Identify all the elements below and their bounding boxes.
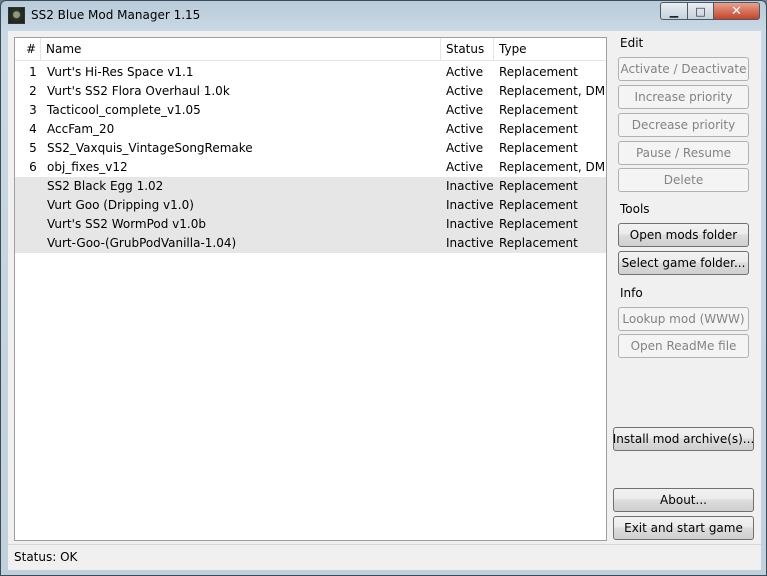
- title-bar[interactable]: SS2 Blue Mod Manager 1.15 ▁ □ ✕: [1, 1, 766, 31]
- row-type: Replacement: [499, 103, 578, 117]
- table-row[interactable]: Vurt Goo (Dripping v1.0) Inactive Replac…: [15, 196, 606, 215]
- mods-list[interactable]: # Name Status Type 1 Vurt's Hi-Res Space…: [14, 37, 607, 541]
- table-row[interactable]: 3 Tacticool_complete_v1.05 Active Replac…: [15, 101, 606, 120]
- activate-deactivate-button[interactable]: Activate / Deactivate: [618, 57, 749, 81]
- table-row[interactable]: SS2 Black Egg 1.02 Inactive Replacement: [15, 177, 606, 196]
- decrease-priority-button[interactable]: Decrease priority: [618, 113, 749, 137]
- row-num: 3: [29, 103, 37, 117]
- row-type: Replacement, DML: [499, 160, 607, 174]
- table-row[interactable]: 6 obj_fixes_v12 Active Replacement, DML: [15, 158, 606, 177]
- app-logo-icon: [8, 7, 25, 24]
- row-name: Vurt-Goo-(GrubPodVanilla-1.04): [47, 236, 237, 250]
- row-type: Replacement, DML: [499, 84, 607, 98]
- table-row[interactable]: 2 Vurt's SS2 Flora Overhaul 1.0k Active …: [15, 82, 606, 101]
- list-header: # Name Status Type: [15, 38, 606, 61]
- row-status: Active: [446, 65, 484, 79]
- caption-buttons: ▁ □ ✕: [660, 2, 760, 20]
- row-status: Inactive: [446, 217, 494, 231]
- exit-start-game-button[interactable]: Exit and start game: [613, 516, 754, 540]
- row-name: SS2_Vaxquis_VintageSongRemake: [47, 141, 253, 155]
- status-divider: [8, 544, 761, 545]
- window-title: SS2 Blue Mod Manager 1.15: [31, 8, 201, 22]
- row-num: 1: [29, 65, 37, 79]
- row-type: Replacement: [499, 65, 578, 79]
- tools-group-label: Tools: [620, 202, 650, 216]
- row-status: Active: [446, 122, 484, 136]
- column-header-type[interactable]: Type: [494, 38, 606, 60]
- table-row[interactable]: Vurt-Goo-(GrubPodVanilla-1.04) Inactive …: [15, 234, 606, 253]
- table-row[interactable]: Vurt's SS2 WormPod v1.0b Inactive Replac…: [15, 215, 606, 234]
- row-status: Active: [446, 141, 484, 155]
- row-num: 6: [29, 160, 37, 174]
- row-num: 5: [29, 141, 37, 155]
- about-button[interactable]: About...: [613, 488, 754, 512]
- status-text: Status: OK: [14, 550, 78, 564]
- column-header-name[interactable]: Name: [41, 38, 441, 60]
- table-row[interactable]: 4 AccFam_20 Active Replacement: [15, 120, 606, 139]
- row-type: Replacement: [499, 198, 578, 212]
- row-status: Inactive: [446, 198, 494, 212]
- column-header-status[interactable]: Status: [441, 38, 494, 60]
- pause-resume-button[interactable]: Pause / Resume: [618, 141, 749, 165]
- row-name: SS2 Black Egg 1.02: [47, 179, 164, 193]
- row-type: Replacement: [499, 179, 578, 193]
- row-name: Vurt Goo (Dripping v1.0): [47, 198, 194, 212]
- row-name: Vurt's SS2 Flora Overhaul 1.0k: [47, 84, 230, 98]
- table-row[interactable]: 5 SS2_Vaxquis_VintageSongRemake Active R…: [15, 139, 606, 158]
- install-mod-archive-button[interactable]: Install mod archive(s)...: [613, 427, 754, 451]
- maximize-icon[interactable]: □: [687, 2, 713, 20]
- delete-button[interactable]: Delete: [618, 168, 749, 192]
- row-num: 4: [29, 122, 37, 136]
- row-name: obj_fixes_v12: [47, 160, 128, 174]
- close-icon[interactable]: ✕: [713, 2, 760, 20]
- select-game-folder-button[interactable]: Select game folder...: [618, 251, 749, 275]
- row-num: 2: [29, 84, 37, 98]
- main-window: SS2 Blue Mod Manager 1.15 ▁ □ ✕ # Name S…: [0, 0, 767, 576]
- row-type: Replacement: [499, 217, 578, 231]
- edit-group-label: Edit: [620, 36, 644, 50]
- lookup-mod-button[interactable]: Lookup mod (WWW): [618, 307, 749, 331]
- row-status: Active: [446, 160, 484, 174]
- client-area: # Name Status Type 1 Vurt's Hi-Res Space…: [8, 31, 761, 570]
- row-status: Inactive: [446, 179, 494, 193]
- column-header-num[interactable]: #: [15, 38, 41, 60]
- open-mods-folder-button[interactable]: Open mods folder: [618, 223, 749, 247]
- open-readme-button[interactable]: Open ReadMe file: [618, 334, 749, 358]
- table-row[interactable]: 1 Vurt's Hi-Res Space v1.1 Active Replac…: [15, 63, 606, 82]
- row-status: Active: [446, 84, 484, 98]
- row-type: Replacement: [499, 141, 578, 155]
- row-status: Inactive: [446, 236, 494, 250]
- row-name: AccFam_20: [47, 122, 115, 136]
- row-name: Vurt's Hi-Res Space v1.1: [47, 65, 194, 79]
- minimize-icon[interactable]: ▁: [660, 2, 687, 20]
- row-name: Tacticool_complete_v1.05: [47, 103, 201, 117]
- row-type: Replacement: [499, 236, 578, 250]
- increase-priority-button[interactable]: Increase priority: [618, 85, 749, 109]
- info-group-label: Info: [620, 286, 643, 300]
- row-type: Replacement: [499, 122, 578, 136]
- row-status: Active: [446, 103, 484, 117]
- row-name: Vurt's SS2 WormPod v1.0b: [47, 217, 206, 231]
